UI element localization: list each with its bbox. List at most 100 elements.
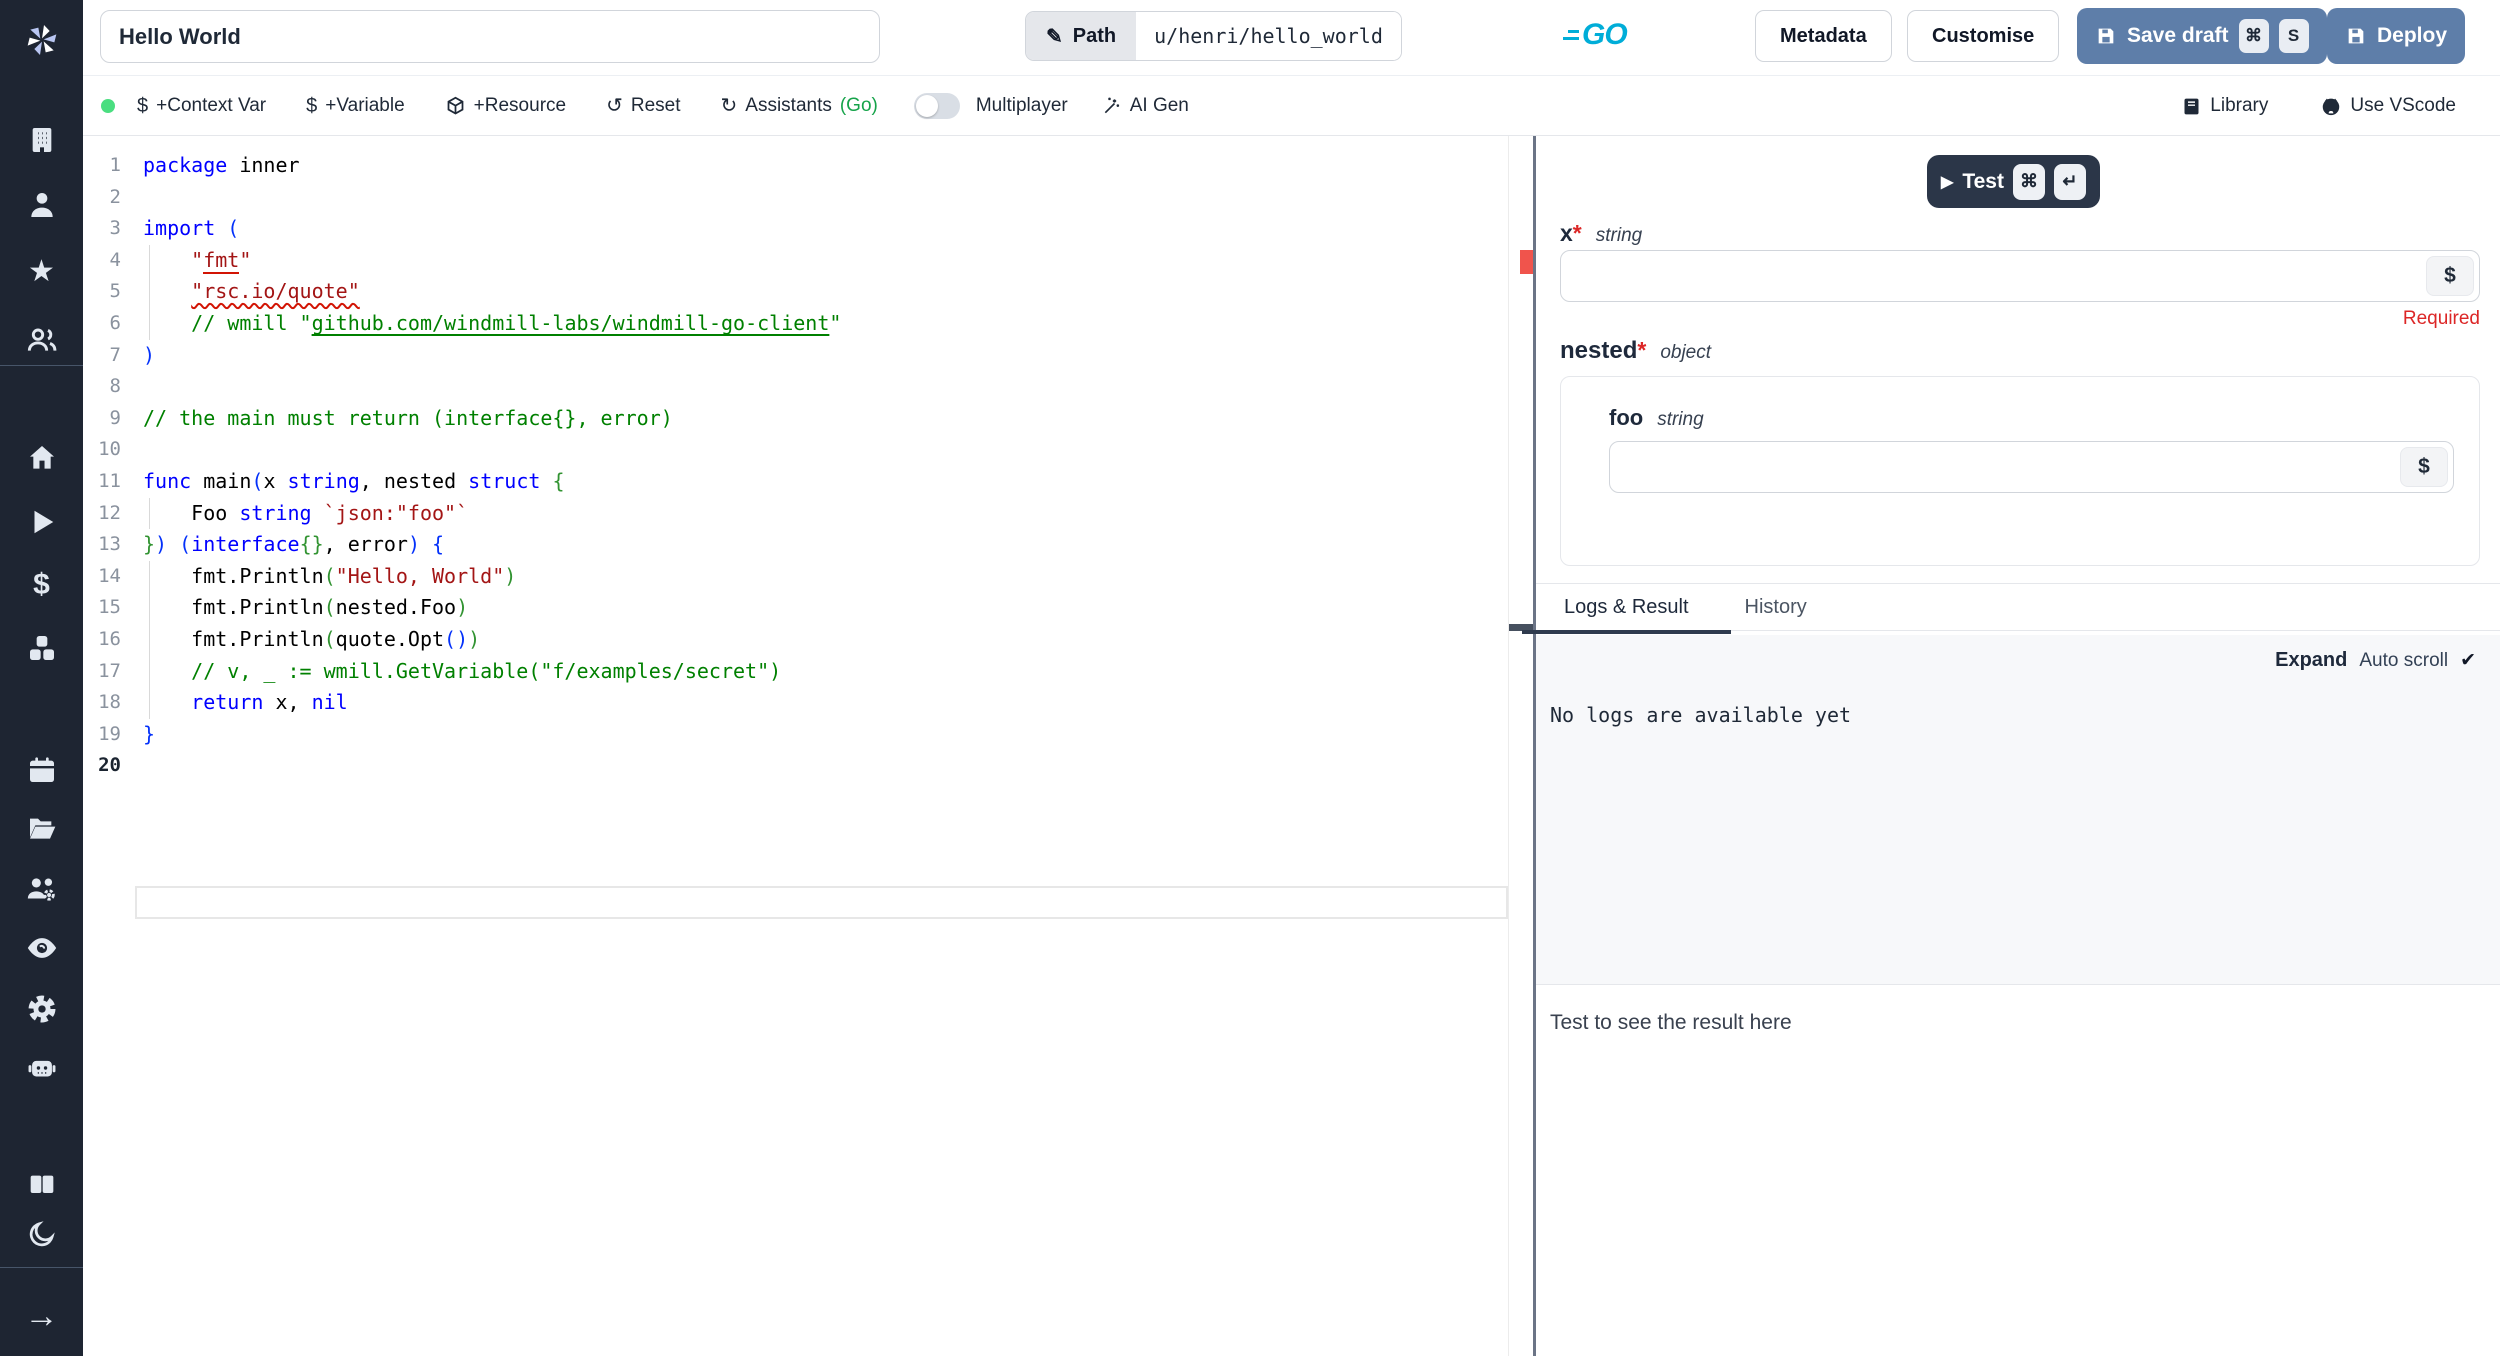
code-line: // v, _ := wmill.GetVariable("f/examples… [143, 655, 1508, 688]
add-context-var-label: +Context Var [156, 95, 267, 116]
users-gear-icon [27, 878, 55, 901]
code-line: func main(x string, nested struct { [143, 468, 565, 493]
workspace-building-icon [32, 128, 51, 152]
status-green-dot [101, 99, 115, 113]
reset-label: Reset [630, 95, 681, 116]
code-editor[interactable]: 1 2 3 4 5 6 7 8 9 10 11 12 13 14 15 16 17 18 19 20 package … [83, 136, 1534, 1356]
use-vscode-button[interactable]: Use VScode [2320, 95, 2456, 117]
script-title-input[interactable] [100, 10, 880, 63]
editor-code[interactable]: package inner import ( "fmt" "rsc.io/quot… [143, 150, 1508, 782]
line-number: 6 [109, 311, 121, 334]
result-hint: Test to see the result here [1550, 1011, 1792, 1034]
home-icon [29, 446, 54, 469]
code-line: // wmill "github.com/windmill-labs/windm… [143, 307, 1508, 340]
sidebar-item-folders[interactable] [0, 800, 83, 856]
sidebar-item-workers[interactable] [0, 862, 83, 918]
assistants-button[interactable]: ↻ Assistants (Go) [721, 95, 878, 117]
sidebar-item-home[interactable] [0, 430, 83, 486]
result-tabs: Logs & Result History [1522, 583, 2500, 634]
calendar-icon [29, 757, 54, 782]
cubes-icon [29, 636, 54, 660]
code-line: }) (interface{}, error) { [143, 532, 445, 557]
sidebar-item-variables[interactable]: $ [0, 557, 83, 613]
sidebar-item-schedules[interactable] [0, 742, 83, 798]
sidebar-item-favorites[interactable]: ★ [0, 244, 83, 300]
current-line-highlight [135, 886, 1508, 919]
line-number: 17 [98, 659, 121, 682]
code-line: } [143, 721, 156, 746]
tab-logs-result[interactable]: Logs & Result [1522, 583, 1730, 634]
code-line: Foo string `json:"foo"` [143, 497, 1508, 530]
foo-field-input[interactable] [1609, 441, 2454, 493]
sidebar-divider-top [0, 365, 83, 366]
nested-field-label: nested* object [1560, 337, 1711, 365]
code-line: import ( [143, 216, 240, 241]
sidebar-item-ai[interactable] [0, 1040, 83, 1096]
metadata-button[interactable]: Metadata [1755, 10, 1892, 62]
code-line: "fmt" [143, 244, 1508, 277]
reset-button[interactable]: ↺ Reset [606, 95, 680, 117]
play-icon [34, 510, 53, 534]
logs-area: Expand Auto scroll ✔ No logs are availab… [1536, 635, 2500, 985]
customise-button[interactable]: Customise [1907, 10, 2060, 62]
x-field-type: string [1595, 225, 1643, 246]
sidebar-item-runs[interactable] [0, 494, 83, 550]
nested-object-box: foo string $ [1560, 376, 2480, 566]
foo-field-var-picker-button[interactable]: $ [2400, 447, 2448, 487]
test-button[interactable]: ▶ Test ⌘ ↵ [1927, 155, 2100, 208]
code-line: return x, nil [143, 687, 1508, 719]
add-variable-button[interactable]: $ +Variable [306, 95, 405, 117]
sidebar-item-settings[interactable] [0, 981, 83, 1037]
save-draft-button[interactable]: Save draft ⌘ S [2077, 8, 2327, 64]
multiplayer-label: Multiplayer [976, 95, 1068, 117]
add-resource-button[interactable]: +Resource [445, 95, 566, 117]
multiplayer-toggle[interactable] [913, 93, 960, 119]
sidebar-item-user[interactable] [0, 177, 83, 233]
line-number: 11 [98, 469, 121, 492]
deploy-button[interactable]: Deploy [2327, 8, 2466, 64]
windmill-logo[interactable] [0, 12, 83, 68]
sidebar-item-docs[interactable] [0, 1157, 83, 1213]
dollar-icon: $ [33, 568, 50, 601]
go-logo-text: GO [1582, 18, 1628, 51]
add-context-var-button[interactable]: $ +Context Var [137, 95, 266, 117]
line-number: 20 [98, 754, 121, 777]
x-field-var-picker-button[interactable]: $ [2426, 256, 2474, 296]
expand-button[interactable]: Expand [2275, 649, 2347, 672]
code-line: fmt.Println(nested.Foo) [143, 592, 1508, 624]
book-icon [30, 1175, 53, 1193]
ai-gen-button[interactable]: AI Gen [1102, 95, 1189, 117]
sidebar-item-groups[interactable] [0, 312, 83, 368]
kbd-cmd: ⌘ [2012, 163, 2045, 200]
sidebar-item-audit[interactable] [0, 920, 83, 976]
preview-panel: ▶ Test ⌘ ↵ x* string $ Required nested* … [1522, 136, 2500, 1356]
path-value[interactable]: u/henri/hello_world [1136, 12, 1401, 60]
sidebar-item-workspace[interactable] [0, 112, 83, 168]
x-field-label: x* string [1560, 220, 1642, 247]
tab-history[interactable]: History [1717, 583, 1835, 631]
kbd-s: S [2278, 19, 2309, 53]
path-button[interactable]: ✎ Path [1026, 12, 1137, 60]
eye-icon [27, 938, 56, 958]
kbd-enter: ↵ [2053, 163, 2086, 200]
folder-icon [29, 818, 55, 839]
sidebar-item-dark-mode[interactable] [0, 1206, 83, 1262]
add-resource-label: +Resource [473, 95, 567, 116]
sidebar-collapse-button[interactable]: → [0, 1288, 83, 1344]
dollar-icon: $ [137, 95, 149, 117]
go-language-logo: GO [1563, 18, 1628, 52]
library-label: Library [2210, 95, 2269, 116]
editor-overview-ruler[interactable] [1508, 136, 1534, 1356]
line-number: 3 [109, 217, 121, 240]
x-field-input[interactable] [1560, 250, 2480, 302]
library-button[interactable]: Library [2181, 95, 2268, 117]
foo-field-name: foo [1609, 405, 1644, 430]
github-icon [2323, 98, 2340, 116]
sidebar-item-resources[interactable] [0, 620, 83, 676]
autoscroll-checkbox[interactable]: ✔ [2460, 649, 2476, 672]
assistants-label: Assistants [745, 95, 832, 116]
star-icon: ★ [28, 255, 55, 288]
result-area: Test to see the result here [1536, 986, 2500, 1356]
